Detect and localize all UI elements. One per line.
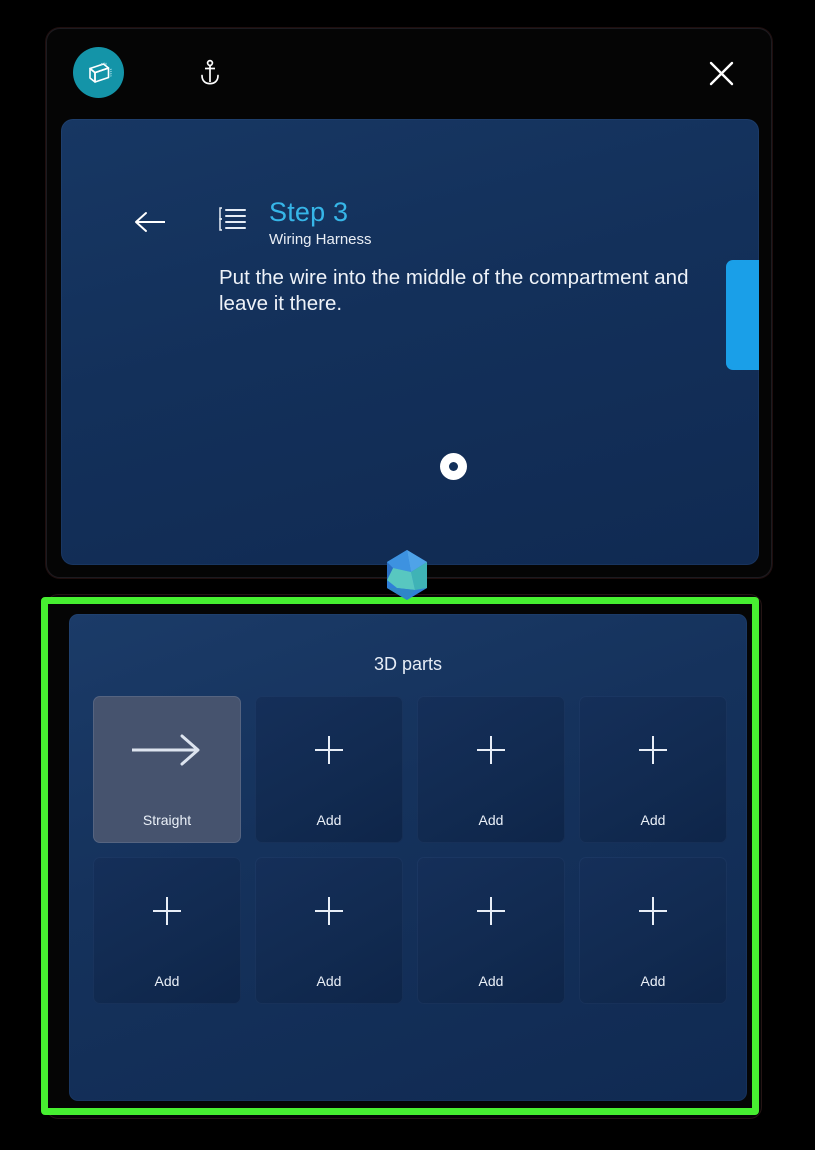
- parts-grid: Straight Add Add Add Add Add Add Add: [93, 696, 727, 1004]
- plus-icon: [417, 696, 565, 804]
- app-root: Step 3 Wiring Harness Put the wire into …: [0, 0, 815, 1150]
- parts-panel-title: 3D parts: [373, 654, 443, 674]
- plus-icon: [417, 857, 565, 965]
- page-title: Step 3: [269, 197, 349, 227]
- parts-panel: 3D parts Straight Add Add Add Add Add Ad…: [69, 614, 747, 1101]
- back-button[interactable]: [127, 202, 173, 242]
- guide-content-panel: Step 3 Wiring Harness Put the wire into …: [61, 119, 759, 565]
- parts-window: 3D parts Straight Add Add Add Add Add Ad…: [46, 594, 762, 1119]
- part-tile-label: Add: [640, 973, 666, 989]
- part-tile-label: Add: [640, 812, 666, 828]
- part-tile-label: Add: [316, 973, 342, 989]
- close-icon: [709, 61, 733, 85]
- part-tile-add-4[interactable]: Add: [93, 857, 241, 1004]
- cube-3d-icon: [73, 47, 124, 98]
- step-subtitle: Wiring Harness: [269, 231, 372, 248]
- arrow-left-icon: [135, 212, 165, 232]
- part-tile-label: Add: [316, 812, 342, 828]
- part-tile-add-1[interactable]: Add: [255, 696, 403, 843]
- target-ring-icon[interactable]: [440, 453, 467, 480]
- task-list-icon[interactable]: [217, 202, 251, 236]
- plus-icon: [255, 696, 403, 804]
- part-tile-label: Straight: [142, 812, 192, 828]
- part-tile-label: Add: [154, 973, 180, 989]
- part-tile-straight[interactable]: Straight: [93, 696, 241, 843]
- long-arrow-right-icon: [93, 696, 241, 804]
- part-tile-add-7[interactable]: Add: [579, 857, 727, 1004]
- anchor-pin-icon[interactable]: [190, 53, 230, 93]
- guide-titlebar: [47, 29, 771, 115]
- plus-icon: [579, 696, 727, 804]
- plus-icon: [579, 857, 727, 965]
- step-instruction-text: Put the wire into the middle of the comp…: [219, 266, 689, 315]
- guide-window: Step 3 Wiring Harness Put the wire into …: [46, 28, 772, 578]
- part-tile-add-3[interactable]: Add: [579, 696, 727, 843]
- part-tile-label: Add: [478, 812, 504, 828]
- plus-icon: [255, 857, 403, 965]
- part-tile-label: Add: [478, 973, 504, 989]
- next-step-button[interactable]: [726, 260, 759, 370]
- part-tile-add-2[interactable]: Add: [417, 696, 565, 843]
- part-tile-add-6[interactable]: Add: [417, 857, 565, 1004]
- close-button[interactable]: [699, 51, 743, 95]
- part-tile-add-5[interactable]: Add: [255, 857, 403, 1004]
- step-heading: Step 3 Wiring Harness: [269, 197, 649, 250]
- plus-icon: [93, 857, 241, 965]
- polyhedron-gem-icon[interactable]: [381, 548, 433, 602]
